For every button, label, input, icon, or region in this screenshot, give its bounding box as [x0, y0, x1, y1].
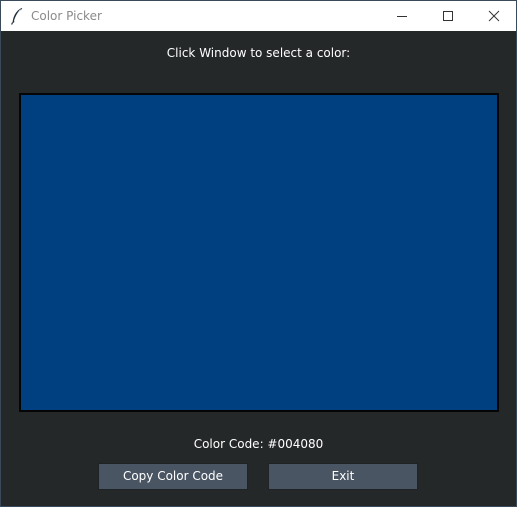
instruction-label: Click Window to select a color: — [166, 46, 351, 60]
maximize-icon — [442, 7, 454, 26]
feather-icon — [9, 7, 25, 25]
color-swatch-area[interactable] — [19, 93, 499, 412]
color-picker-window: Color Picker Click Window to select a co… — [0, 0, 517, 507]
maximize-button[interactable] — [425, 1, 471, 31]
content-area: Click Window to select a color: Color Co… — [1, 31, 516, 506]
title-bar[interactable]: Color Picker — [1, 1, 516, 31]
copy-color-code-button[interactable]: Copy Color Code — [98, 463, 248, 490]
minimize-button[interactable] — [379, 1, 425, 31]
exit-button[interactable]: Exit — [268, 463, 418, 490]
close-icon — [488, 7, 500, 26]
window-title: Color Picker — [31, 9, 102, 23]
close-button[interactable] — [471, 1, 517, 31]
minimize-icon — [396, 7, 408, 26]
color-code-label: Color Code: #004080 — [193, 437, 324, 451]
